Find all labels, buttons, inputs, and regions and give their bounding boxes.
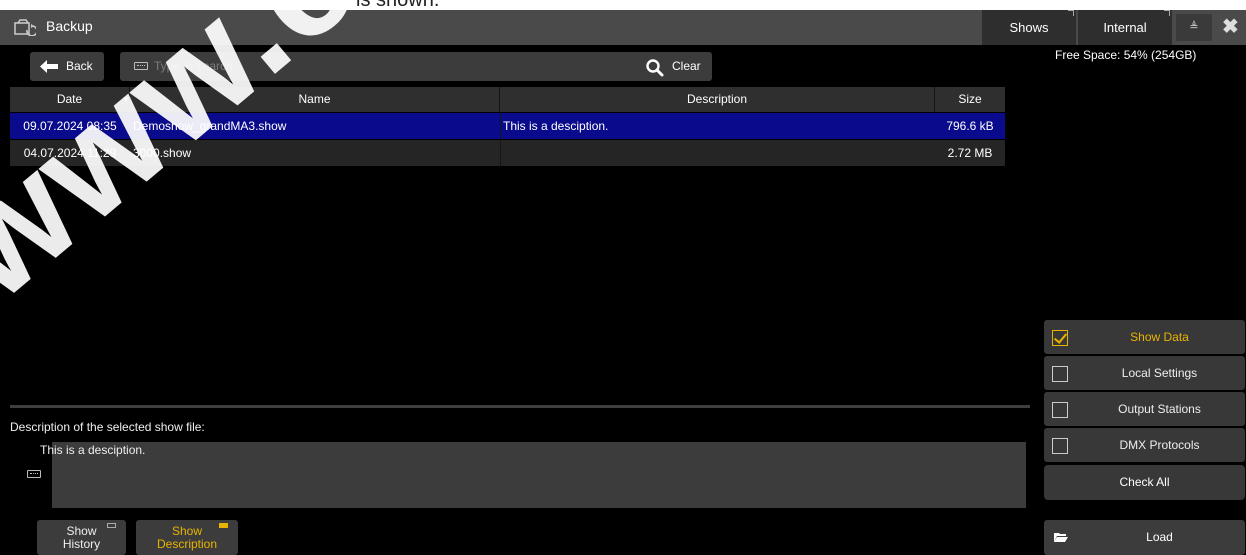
- option-label: Output Stations: [1118, 402, 1201, 416]
- free-space-readout: Free Space: 54% (254GB): [1055, 48, 1197, 62]
- title-bar: Backup Shows Internal ≜ ✖: [0, 10, 1246, 45]
- cell-name: 3000.show: [133, 146, 192, 160]
- folder-open-icon: [1054, 533, 1068, 542]
- search-input[interactable]: [154, 52, 634, 81]
- column-header-description[interactable]: Description: [500, 87, 935, 112]
- table-row[interactable]: 04.07.2024 11:29 3000.show 2.72 MB: [10, 140, 1005, 166]
- load-button[interactable]: Load: [1044, 520, 1245, 555]
- show-description-label-2: Description: [156, 537, 218, 551]
- show-description-button[interactable]: Show Description: [136, 520, 238, 555]
- cell-name: Demoshow_grandMA3.show: [133, 119, 287, 133]
- show-history-button[interactable]: Show History: [37, 520, 126, 555]
- toggle-indicator-icon: [107, 523, 116, 528]
- dropdown-corner-icon: [1164, 10, 1170, 16]
- backup-window: Backup Shows Internal ≜ ✖ Back Clear Fre…: [0, 10, 1246, 555]
- back-label: Back: [66, 59, 93, 73]
- keyboard-icon[interactable]: [134, 62, 148, 70]
- cell-date: 09.07.2024 08:35: [23, 119, 117, 133]
- cell-description: [500, 140, 935, 166]
- checkbox-checked-icon: [1052, 330, 1068, 346]
- drive-select-label: Internal: [1103, 20, 1147, 35]
- drive-select-button[interactable]: Internal: [1078, 10, 1172, 45]
- checkbox-icon: [1052, 438, 1068, 454]
- load-label: Load: [1146, 530, 1173, 544]
- column-header-date-label: Date: [56, 92, 83, 106]
- cell-size: 2.72 MB: [947, 146, 993, 160]
- option-label: Local Settings: [1121, 366, 1198, 380]
- description-field[interactable]: [52, 442, 1026, 508]
- keyboard-icon[interactable]: [27, 470, 41, 478]
- sort-desc-icon: ▼: [122, 95, 130, 104]
- back-button[interactable]: Back: [30, 52, 104, 81]
- cell-description: This is a desciption.: [500, 113, 935, 139]
- option-output-stations[interactable]: Output Stations: [1044, 392, 1245, 426]
- option-local-settings[interactable]: Local Settings: [1044, 356, 1245, 390]
- dropdown-corner-icon: [1068, 10, 1074, 16]
- option-label: Show Data: [1130, 330, 1189, 344]
- check-all-button[interactable]: Check All: [1044, 465, 1245, 500]
- cell-date: 04.07.2024 11:29: [23, 146, 117, 160]
- toggle-indicator-icon: [219, 523, 228, 528]
- shows-label: Shows: [1009, 20, 1049, 35]
- option-label: DMX Protocols: [1119, 438, 1200, 452]
- arrow-left-icon: [40, 60, 58, 73]
- search-icon[interactable]: [645, 58, 665, 78]
- close-button[interactable]: ✖: [1222, 14, 1246, 41]
- shows-button[interactable]: Shows: [982, 10, 1076, 45]
- table-header: Date ▼ Name Description Size: [10, 87, 1005, 112]
- search-bar: Clear: [120, 52, 712, 81]
- column-header-size[interactable]: Size: [935, 87, 1005, 112]
- column-header-date[interactable]: Date ▼: [10, 87, 130, 112]
- option-show-data[interactable]: Show Data: [1044, 320, 1245, 354]
- column-header-name[interactable]: Name: [130, 87, 500, 112]
- close-icon: ✖: [1222, 16, 1239, 38]
- cell-size: 796.6 kB: [946, 119, 994, 133]
- clear-button[interactable]: Clear: [668, 52, 712, 81]
- backup-icon: [14, 19, 36, 36]
- eject-button[interactable]: ≜: [1176, 14, 1212, 41]
- checkbox-icon: [1052, 366, 1068, 382]
- description-label: Description of the selected show file:: [10, 420, 205, 434]
- checkbox-icon: [1052, 402, 1068, 418]
- description-text: This is a desciption.: [40, 443, 146, 457]
- option-dmx-protocols[interactable]: DMX Protocols: [1044, 428, 1245, 462]
- window-title: Backup: [46, 18, 93, 34]
- table-row[interactable]: 09.07.2024 08:35 Demoshow_grandMA3.show …: [10, 113, 1005, 139]
- show-history-label-2: History: [62, 537, 101, 551]
- splitter-handle[interactable]: [10, 405, 1030, 408]
- eject-icon: ≜: [1189, 21, 1199, 33]
